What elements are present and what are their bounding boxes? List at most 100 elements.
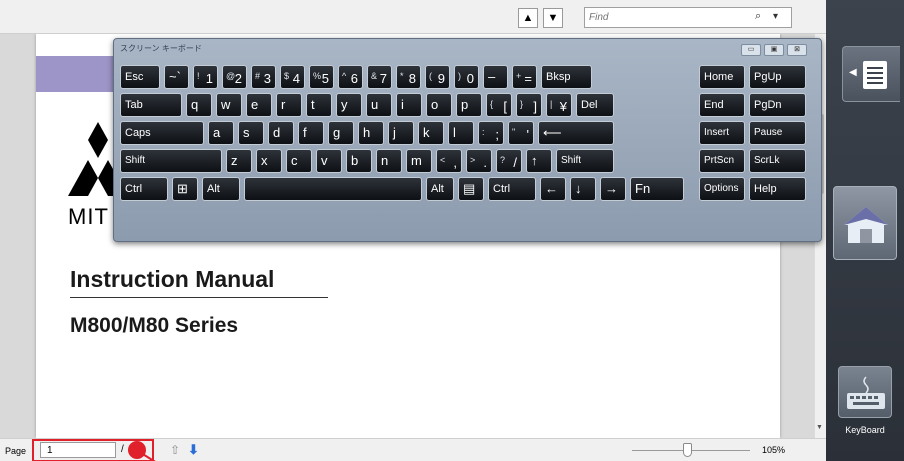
key-comma[interactable]: <, bbox=[436, 149, 462, 173]
key-p[interactable]: p bbox=[456, 93, 482, 117]
key-home[interactable]: Home bbox=[699, 65, 745, 89]
keyboard-button[interactable] bbox=[838, 366, 892, 418]
key-fn[interactable]: Fn bbox=[630, 177, 684, 201]
key-enter[interactable]: ⟵ bbox=[538, 121, 614, 145]
key-menu[interactable]: ▤ bbox=[458, 177, 484, 201]
key-4[interactable]: $4 bbox=[280, 65, 305, 89]
key-period[interactable]: >. bbox=[466, 149, 492, 173]
next-page-icon[interactable]: ⬇ bbox=[188, 442, 199, 458]
key-win[interactable]: ⊞ bbox=[172, 177, 198, 201]
key-b[interactable]: b bbox=[346, 149, 372, 173]
key-shift-right-label: Shift bbox=[561, 155, 582, 166]
home-button[interactable] bbox=[833, 186, 897, 260]
key-yen[interactable]: | ¥ bbox=[546, 93, 572, 117]
key-0[interactable]: ) 0 bbox=[454, 65, 479, 89]
key-z[interactable]: z bbox=[226, 149, 252, 173]
key-h[interactable]: h bbox=[358, 121, 384, 145]
key-v[interactable]: v bbox=[316, 149, 342, 173]
key-bracket-close[interactable]: }] bbox=[516, 93, 542, 117]
key-c[interactable]: c bbox=[286, 149, 312, 173]
minimize-button[interactable]: ▭ bbox=[741, 44, 761, 56]
key-pause[interactable]: Pause bbox=[749, 121, 806, 145]
key-t[interactable]: t bbox=[306, 93, 332, 117]
key-bracket-open[interactable]: {[ bbox=[486, 93, 512, 117]
key-esc[interactable]: Esc bbox=[120, 65, 160, 89]
key-semicolon[interactable]: :; bbox=[478, 121, 504, 145]
key-insert[interactable]: Insert bbox=[699, 121, 745, 145]
key-m[interactable]: m bbox=[406, 149, 432, 173]
key-s[interactable]: s bbox=[238, 121, 264, 145]
key-l[interactable]: l bbox=[448, 121, 474, 145]
key-shift-left[interactable]: Shift bbox=[120, 149, 222, 173]
next-result-button[interactable]: ▼ bbox=[543, 8, 563, 28]
key-shift-right[interactable]: Shift bbox=[556, 149, 614, 173]
key-bksp[interactable]: Bksp bbox=[541, 65, 592, 89]
find-input[interactable] bbox=[589, 10, 739, 25]
search-icon[interactable]: ⌕ bbox=[755, 10, 761, 23]
key-3[interactable]: #3 bbox=[251, 65, 276, 89]
collapse-arrow-icon: ◀ bbox=[849, 67, 857, 78]
close-button[interactable]: ⊠ bbox=[787, 44, 807, 56]
previous-page-icon[interactable]: ⇧ bbox=[170, 443, 180, 457]
key-u[interactable]: u bbox=[366, 93, 392, 117]
key-g[interactable]: g bbox=[328, 121, 354, 145]
key-minus[interactable]: – bbox=[483, 65, 508, 89]
key-2[interactable]: @2 bbox=[222, 65, 247, 89]
key-end[interactable]: End bbox=[699, 93, 745, 117]
key-equals[interactable]: + = bbox=[512, 65, 537, 89]
key-pgdn[interactable]: PgDn bbox=[749, 93, 806, 117]
key-9[interactable]: (9 bbox=[425, 65, 450, 89]
scroll-down-icon[interactable]: ▼ bbox=[816, 424, 823, 431]
key-8[interactable]: * 8 bbox=[396, 65, 421, 89]
key-j-label: j bbox=[393, 125, 396, 140]
key-8-shift-label: * bbox=[400, 71, 404, 81]
key-up[interactable]: ↑ bbox=[526, 149, 552, 173]
key-slash-label: / bbox=[513, 155, 517, 170]
on-screen-keyboard[interactable]: スクリーン キーボード ▭ ▣ ⊠ Esc ~`! 1 @2 #3 $4% 5 ^ 6 & 7 * 8(… bbox=[113, 38, 822, 242]
key-y[interactable]: y bbox=[336, 93, 362, 117]
key-right[interactable]: → bbox=[600, 177, 626, 201]
key-ctrl-left[interactable]: Ctrl bbox=[120, 177, 168, 201]
key-6[interactable]: ^ 6 bbox=[338, 65, 363, 89]
key-ctrl-right[interactable]: Ctrl bbox=[488, 177, 536, 201]
key-tilde[interactable]: ~` bbox=[164, 65, 189, 89]
key-t-label: t bbox=[311, 97, 315, 112]
menu-button[interactable]: ◀ bbox=[842, 46, 900, 102]
key-o[interactable]: o bbox=[426, 93, 452, 117]
key-a[interactable]: a bbox=[208, 121, 234, 145]
key-del[interactable]: Del bbox=[576, 93, 614, 117]
key-j[interactable]: j bbox=[388, 121, 414, 145]
key-space[interactable] bbox=[244, 177, 422, 201]
key-pgup[interactable]: PgUp bbox=[749, 65, 806, 89]
key-5[interactable]: % 5 bbox=[309, 65, 334, 89]
key-7[interactable]: & 7 bbox=[367, 65, 392, 89]
key-e[interactable]: e bbox=[246, 93, 272, 117]
key-options[interactable]: Options bbox=[699, 177, 745, 201]
key-prtscn[interactable]: PrtScn bbox=[699, 149, 745, 173]
key-quote[interactable]: " ' bbox=[508, 121, 534, 145]
key-q[interactable]: q bbox=[186, 93, 212, 117]
maximize-button[interactable]: ▣ bbox=[764, 44, 784, 56]
key-alt-left[interactable]: Alt bbox=[202, 177, 240, 201]
find-dropdown-icon[interactable]: ▾ bbox=[773, 11, 778, 22]
zoom-slider-thumb[interactable] bbox=[683, 443, 693, 457]
prev-result-button[interactable]: ▲ bbox=[518, 8, 538, 28]
key-k[interactable]: k bbox=[418, 121, 444, 145]
key-down[interactable]: ↓ bbox=[570, 177, 596, 201]
key-alt-right[interactable]: Alt bbox=[426, 177, 454, 201]
key-tab[interactable]: Tab bbox=[120, 93, 182, 117]
key-slash[interactable]: ? / bbox=[496, 149, 522, 173]
key-w[interactable]: w bbox=[216, 93, 242, 117]
key-n[interactable]: n bbox=[376, 149, 402, 173]
key-d[interactable]: d bbox=[268, 121, 294, 145]
key-x[interactable]: x bbox=[256, 149, 282, 173]
key-f[interactable]: f bbox=[298, 121, 324, 145]
key-1[interactable]: ! 1 bbox=[193, 65, 218, 89]
key-help[interactable]: Help bbox=[749, 177, 806, 201]
key-left[interactable]: ← bbox=[540, 177, 566, 201]
key-caps[interactable]: Caps bbox=[120, 121, 204, 145]
key-scrlk[interactable]: ScrLk bbox=[749, 149, 806, 173]
key-i[interactable]: i bbox=[396, 93, 422, 117]
key-y-label: y bbox=[341, 97, 348, 112]
key-r[interactable]: r bbox=[276, 93, 302, 117]
